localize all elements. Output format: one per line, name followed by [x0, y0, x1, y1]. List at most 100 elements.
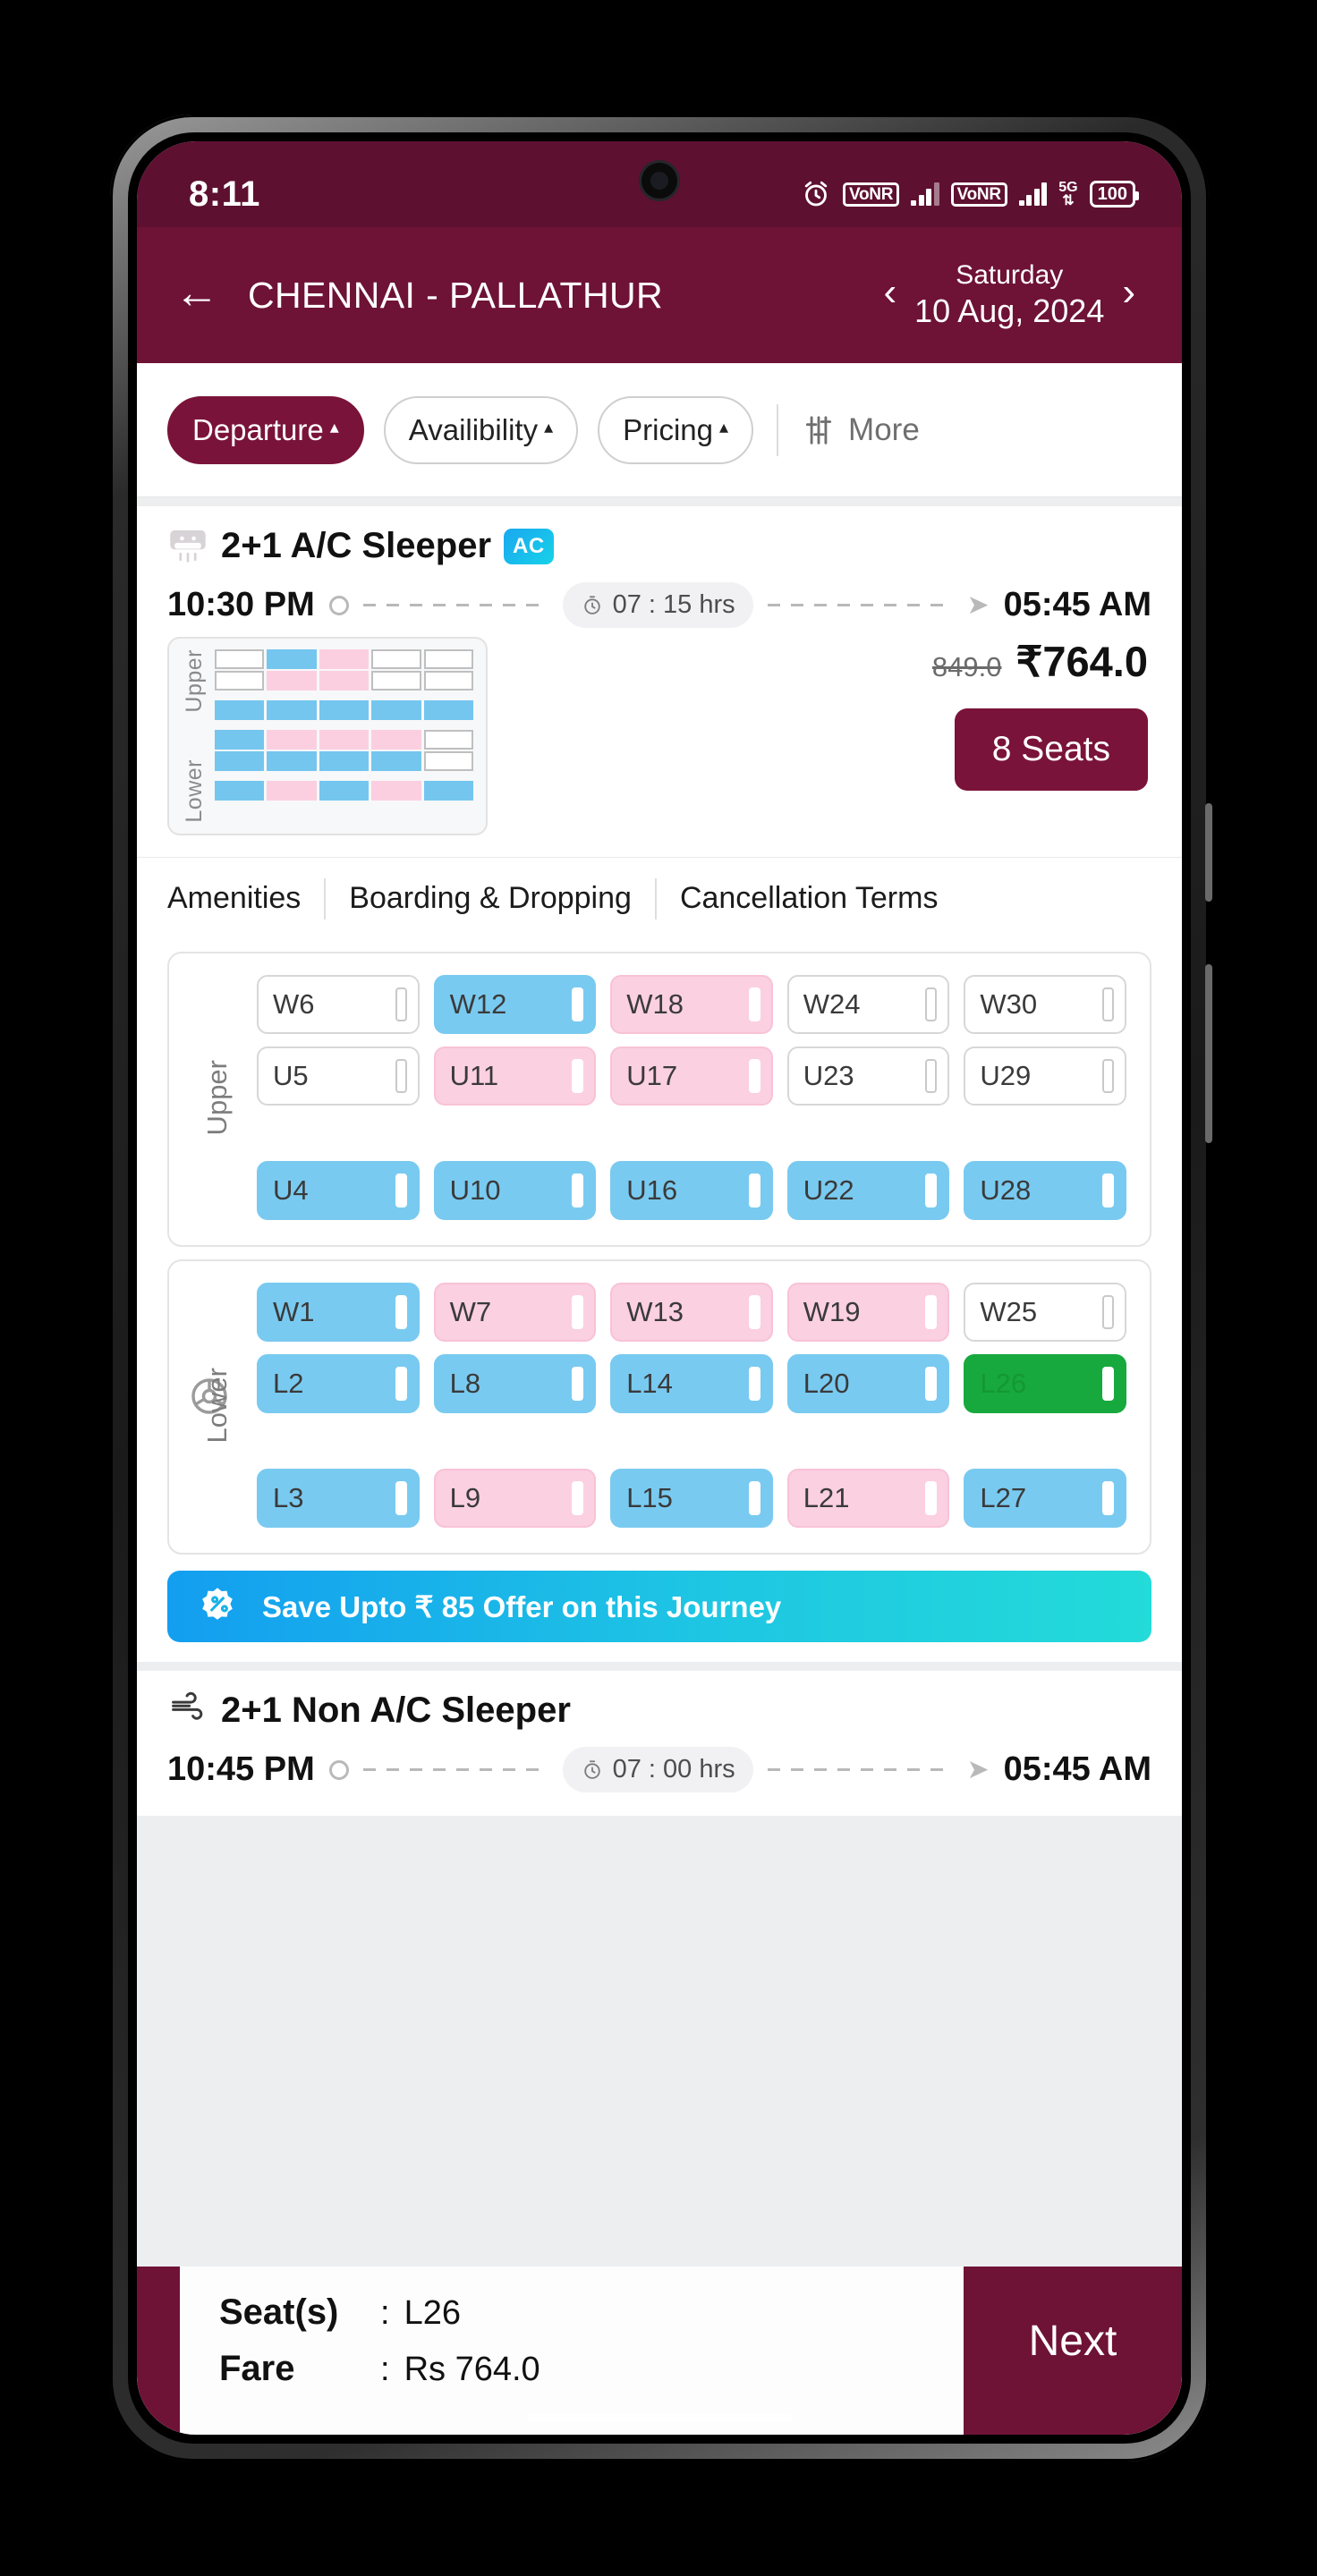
bus-card-middle-row: Upper Lower 849.0 ₹764.0 8 Seats	[167, 637, 1151, 835]
seat-L20[interactable]: L20	[786, 1354, 950, 1413]
destination-arrow-icon: ➤	[966, 589, 990, 620]
thumbnail-cell-blue	[267, 751, 317, 771]
tab-boarding-dropping[interactable]: Boarding & Dropping	[326, 858, 655, 939]
thumbnail-cell-pink	[267, 730, 317, 750]
thumbnail-cell-pink	[267, 781, 317, 801]
tab-amenities[interactable]: Amenities	[167, 858, 324, 939]
filter-chip-departure[interactable]: Departure ▴	[167, 395, 364, 464]
seat-U4[interactable]: U4	[257, 1161, 420, 1220]
upper-deck-label-wrap: Upper	[192, 975, 242, 1220]
seat-L8[interactable]: L8	[433, 1354, 597, 1413]
seat-U28[interactable]: U28	[964, 1161, 1126, 1220]
chevron-left-icon[interactable]: ‹	[878, 273, 902, 318]
seat-label: U17	[626, 1060, 678, 1091]
vonr-badge-1: VoNR	[843, 182, 900, 207]
booking-summary-info: Seat(s) : L26 Fare : Rs 764.0	[180, 2267, 964, 2435]
seat-W13[interactable]: W13	[610, 1283, 773, 1342]
home-indicator[interactable]	[527, 2413, 792, 2422]
thumbnail-cell-white	[371, 649, 421, 669]
seat-L26[interactable]: L26	[964, 1354, 1126, 1413]
thumbnail-row	[215, 781, 474, 801]
bus-name: 2+1 A/C Sleeper	[221, 526, 492, 565]
bus-timeline: 10:30 PM 07 : 15 hrs ➤ 05:45 AM	[167, 582, 1151, 628]
seat-L9[interactable]: L9	[433, 1469, 597, 1528]
seat-berth-icon	[1101, 987, 1114, 1021]
seat-berth-icon	[572, 1174, 584, 1208]
seat-W19[interactable]: W19	[786, 1283, 950, 1342]
thumbnail-grid	[215, 649, 474, 823]
bus-card-non-ac-sleeper[interactable]: 2+1 Non A/C Sleeper 10:45 PM 07: 00 hrs…	[137, 1671, 1182, 1816]
seat-berth-icon	[572, 1367, 584, 1401]
bus-detail-tabs: Amenities Boarding & Dropping Cancellati…	[137, 857, 1182, 939]
seat-W12[interactable]: W12	[433, 975, 597, 1034]
bus-title-row-2: 2+1 Non A/C Sleeper	[167, 1690, 1151, 1731]
thumbnail-cell-white	[423, 671, 474, 691]
seat-berth-icon	[748, 1367, 760, 1401]
seat-U29[interactable]: U29	[964, 1046, 1126, 1106]
seat-L21[interactable]: L21	[786, 1469, 950, 1528]
thumbnail-cell-blue	[371, 751, 421, 771]
seat-U11[interactable]: U11	[433, 1046, 597, 1106]
seat-berth-icon	[925, 1174, 938, 1208]
seat-W30[interactable]: W30	[964, 975, 1126, 1034]
thumbnail-cell-white	[371, 671, 421, 691]
date-navigator: ‹ Saturday 10 Aug, 2024 ›	[878, 259, 1141, 332]
phone-volume-button[interactable]	[1205, 964, 1212, 1143]
date-day-label: Saturday	[956, 259, 1064, 290]
seat-U22[interactable]: U22	[786, 1161, 950, 1220]
seat-L2[interactable]: L2	[257, 1354, 420, 1413]
seat-U23[interactable]: U23	[786, 1046, 950, 1106]
seat-L14[interactable]: L14	[610, 1354, 773, 1413]
seat-berth-icon	[395, 1295, 407, 1329]
seat-label: U10	[449, 1174, 501, 1206]
seat-layout-thumbnail[interactable]: Upper Lower	[167, 637, 488, 835]
seat-L3[interactable]: L3	[257, 1469, 420, 1528]
seat-berth-icon	[748, 1059, 760, 1093]
seat-W1[interactable]: W1	[257, 1283, 420, 1342]
seat-W25[interactable]: W25	[964, 1283, 1126, 1342]
seat-L15[interactable]: L15	[610, 1469, 773, 1528]
seat-row: L2 L8 L14 L20 L26	[257, 1354, 1126, 1413]
seat-W7[interactable]: W7	[433, 1283, 597, 1342]
bus-list-scroll[interactable]: 2+1 A/C Sleeper AC 10:30 PM 07: 15 hrs …	[137, 497, 1182, 2435]
seat-W18[interactable]: W18	[610, 975, 773, 1034]
filter-chip-availibility[interactable]: Availibility ▴	[383, 395, 579, 464]
seat-U16[interactable]: U16	[610, 1161, 773, 1220]
app-header: ← CHENNAI - PALLATHUR ‹ Saturday 10 Aug,…	[137, 227, 1182, 363]
offer-banner[interactable]: Save Upto ₹ 85 Offer on this Journey	[167, 1571, 1151, 1642]
seat-U5[interactable]: U5	[257, 1046, 420, 1106]
filter-chip-pricing[interactable]: Pricing ▴	[598, 395, 754, 464]
bus-card-ac-sleeper[interactable]: 2+1 A/C Sleeper AC 10:30 PM 07: 15 hrs …	[137, 506, 1182, 1662]
seat-label: L14	[626, 1368, 673, 1399]
thumbnail-row	[215, 700, 474, 720]
seats-available-button[interactable]: 8 Seats	[954, 708, 1148, 791]
thumbnail-cell-white	[423, 649, 474, 669]
seat-berth-icon	[748, 1295, 760, 1329]
seat-U17[interactable]: U17	[610, 1046, 773, 1106]
selected-date[interactable]: Saturday 10 Aug, 2024	[914, 259, 1104, 332]
next-button[interactable]: Next	[964, 2267, 1182, 2435]
seat-map-upper-deck: Upper W6 W12 W18 W24 W30 U5 U11 U17 U23 U29 U4 U1…	[167, 952, 1151, 1247]
seat-label: W19	[803, 1296, 861, 1327]
seat-berth-icon	[925, 1295, 938, 1329]
front-camera-icon	[642, 163, 677, 199]
seats-separator: :	[380, 2294, 390, 2332]
more-filters-button[interactable]: More	[802, 412, 920, 448]
seat-L27[interactable]: L27	[964, 1469, 1126, 1528]
seat-label: L21	[803, 1482, 850, 1513]
seat-label: W12	[449, 988, 507, 1020]
seat-label: L9	[449, 1482, 481, 1513]
seat-W24[interactable]: W24	[786, 975, 950, 1034]
seat-berth-icon	[395, 987, 407, 1021]
origin-dot-icon	[328, 595, 349, 615]
seat-U10[interactable]: U10	[433, 1161, 597, 1220]
chevron-right-icon[interactable]: ›	[1117, 273, 1141, 318]
back-arrow-icon[interactable]: ←	[171, 270, 235, 320]
duration-label: 07 : 15 hrs	[612, 590, 735, 619]
phone-side-button[interactable]	[1205, 803, 1212, 902]
thumbnail-cell-white	[215, 671, 265, 691]
tab-cancellation-terms[interactable]: Cancellation Terms	[657, 858, 962, 939]
duration-pill-2: 07 : 00 hrs	[562, 1747, 753, 1792]
aisle-gap	[257, 1118, 1126, 1148]
seat-W6[interactable]: W6	[257, 975, 420, 1034]
